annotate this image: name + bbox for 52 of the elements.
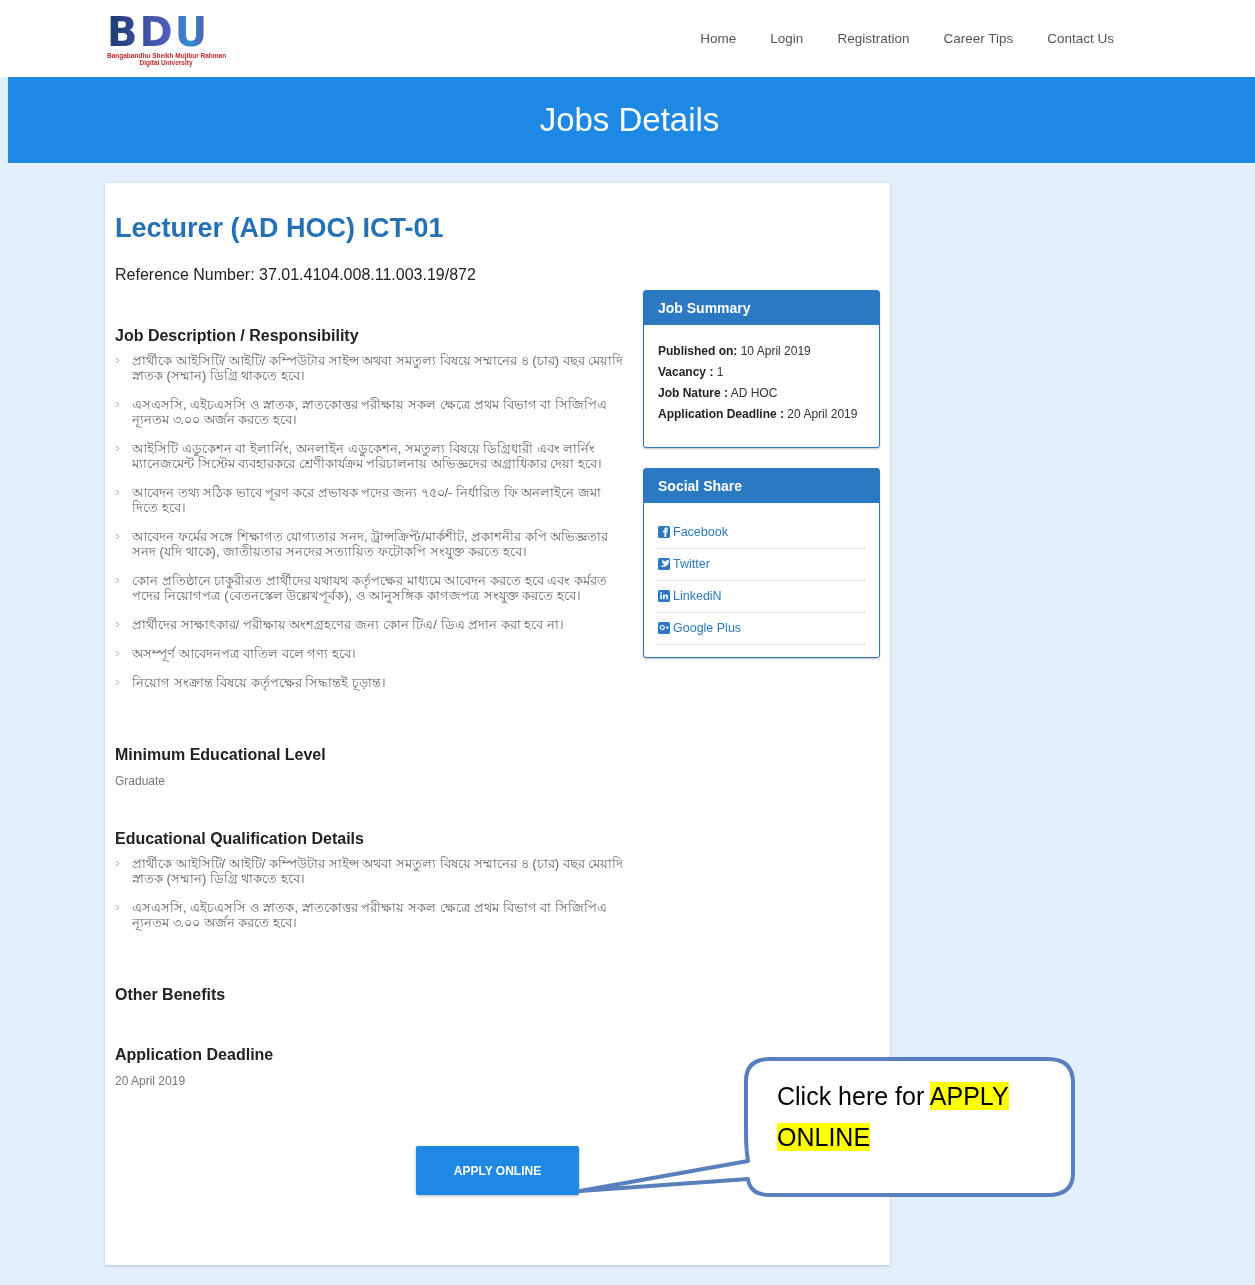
share-link[interactable]: Twitter [656, 549, 867, 581]
list-item-text: আবেদন ফর্মের সঙ্গে শিক্ষাগত যোগ্যতার সনদ, ট্রান্সক্রিপ্ট/মার্কশীট, প্রকাশনীর কপি অভিজ্ঞতার সনদ (যদি থাকে), জাতীয়তার সনদের সত্যায়িত ফটোকপি সংযুক্ত করতে হবে। [132, 529, 610, 559]
list-item-text: প্রার্থীদের সাক্ষাৎকার/ পরীক্ষায় অংশগ্রহণের জন্য কোন টিএ/ ডিএ প্রদান করা হবে না। [132, 617, 564, 632]
summary-row-text: Vacancy : 1 [658, 366, 725, 378]
list-item-text: অসম্পূর্ণ আবেদনপত্র বাতিল বলে গণ্য হবে। [132, 646, 357, 661]
nav-link[interactable]: Career Tips [943, 31, 1014, 46]
apply-online-button[interactable]: APPLY ONLINE [416, 1146, 579, 1195]
summary-row-text: Published on: 10 April 2019 [658, 345, 812, 357]
list-item-text: আইসিটি এডুকেশন বা ইলার্নিং, অনলাইন এডুকেশন, সমতুল্য বিষয়ে ডিগ্রিধারী এবং লার্নিং ম্যানেজমেন্ট সিস্টেম ব্যবহারকরে শ্রেণীকার্যক্রম পরিচালনায় অভিজ্ঞদের অগ্রাধিকার দেয়া হবে। [132, 441, 603, 471]
list-item-text: প্রার্থীকে আইসিটি/ আইটি/ কম্পিউটার সাইন্স অথবা সমতুল্য বিষয়ে সম্মানের ৪ (চার) বছর মেয়াদি স্নাতক (সম্মান) ডিগ্রি থাকতে হবে। [132, 353, 625, 383]
section-heading: Educational Qualification Details [115, 830, 365, 848]
reference-number: Reference Number: 37.01.4104.008.11.003.19/872 [115, 266, 477, 284]
chevron-icon [115, 621, 120, 628]
summary-row-text: Job Nature : AD HOC [658, 387, 779, 399]
nav-link[interactable]: Home [700, 31, 737, 46]
chevron-icon [115, 357, 120, 364]
chevron-icon [115, 679, 120, 686]
chevron-icon [115, 445, 120, 452]
panel-title: Social Share [644, 469, 879, 503]
share-link[interactable]: Google Plus [656, 613, 867, 645]
section-heading: Application Deadline [115, 1046, 275, 1064]
chevron-icon [115, 401, 120, 408]
nav-link[interactable]: Registration [837, 31, 910, 46]
chevron-icon [115, 904, 120, 911]
nav-link[interactable]: Login [770, 31, 804, 46]
list-item-text: নিয়োগ সংক্রান্ত বিষয়ে কর্তৃপক্ষের সিদ্ধান্তই চূড়ান্ত। [132, 675, 387, 690]
twitter-icon [658, 558, 670, 570]
section-heading: Minimum Educational Level [115, 746, 327, 764]
list-item-text: এসএসসি, এইচএসসি ও স্নাতক, স্নাতকোত্তর পরীক্ষায় সকল ক্ষেত্রে প্রথম বিভাগ বা সিজিপিএ ন্যূনতম ৩.০০ অর্জন করতে হবে। [132, 900, 608, 930]
page-title: Jobs Details [539, 101, 721, 139]
chevron-icon [115, 489, 120, 496]
chevron-icon [115, 577, 120, 584]
chevron-icon [115, 533, 120, 540]
chevron-icon [115, 650, 120, 657]
section-heading: Job Description / Responsibility [115, 327, 360, 345]
summary-row-text: Application Deadline : 20 April 2019 [658, 408, 859, 420]
share-link[interactable]: Facebook [656, 517, 867, 549]
section-text: 20 April 2019 [115, 1074, 187, 1088]
googleplus-icon [658, 622, 670, 634]
linkedin-icon [658, 590, 670, 602]
facebook-icon [658, 526, 670, 538]
share-link[interactable]: LinkediN [656, 581, 867, 613]
panel-title: Job Summary [644, 291, 879, 325]
section-heading: Other Benefits [115, 986, 227, 1004]
section-text: Graduate [115, 774, 167, 788]
list-item-text: প্রার্থীকে আইসিটি/ আইটি/ কম্পিউটার সাইন্স অথবা সমতুল্য বিষয়ে সম্মানের ৪ (চার) বছর মেয়াদি স্নাতক (সম্মান) ডিগ্রি থাকতে হবে। [132, 856, 625, 886]
list-item-text: এসএসসি, এইচএসসি ও স্নাতক, স্নাতকোত্তর পরীক্ষায় সকল ক্ষেত্রে প্রথম বিভাগ বা সিজিপিএ ন্যূনতম ৩.০০ অর্জন করতে হবে। [132, 397, 608, 427]
list-item-text: আবেদন তথ্য সঠিক ভাবে পূরণ করে প্রভাষক পদের জন্য ৭৫০/- নির্ধারিত ফি অনলাইনে জমা দিতে হবে। [132, 485, 602, 515]
chevron-icon [115, 860, 120, 867]
job-title: Lecturer (AD HOC) ICT-01 [115, 213, 445, 244]
nav-link[interactable]: Contact Us [1047, 31, 1114, 46]
list-item-text: কোন প্রতিষ্ঠানে চাকুরীরত প্রার্থীদের যথাযথ কর্তৃপক্ষের মাধ্যমে আবেদন করতে হবে এবং কর্মরত পদের নিয়োগপত্র (বেতনস্কেল উল্লেখপূর্বক), ও আনুসঙ্গিক কাগজপত্র সংযুক্ত করতে হবে। [132, 573, 608, 603]
